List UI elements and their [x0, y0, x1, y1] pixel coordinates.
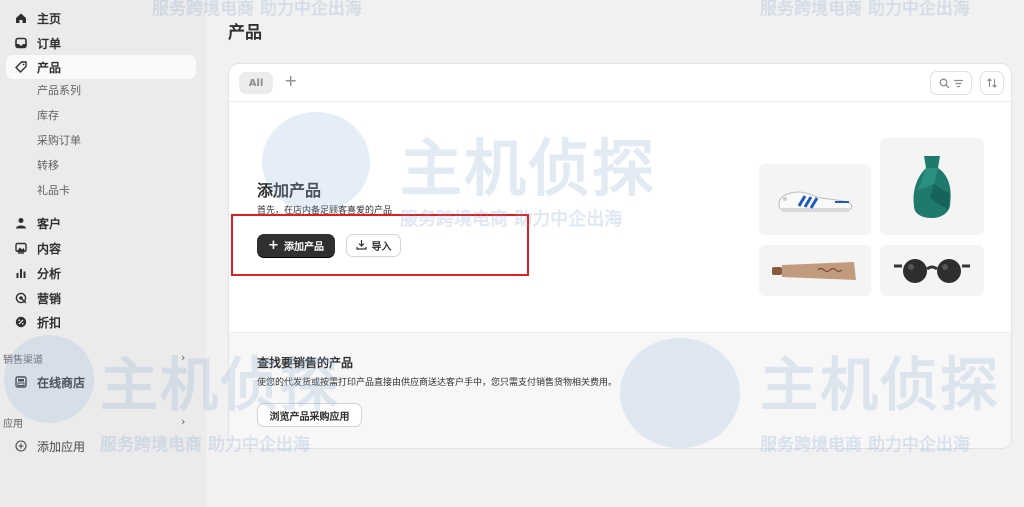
find-products-description: 使您的代发货或按需打印产品直接由供应商送达客户手中，您只需支付销售货物相关费用。 [257, 378, 618, 388]
watermark-slogan: 服务跨境电商 助力中企出海 [760, 0, 970, 19]
tube-illustration [772, 261, 856, 280]
nav-collections[interactable]: 产品系列 [37, 81, 81, 101]
nav-orders-label: 订单 [37, 36, 62, 51]
vase-tile [880, 138, 984, 235]
products-card: All + 添加产品 首先，在店内备足顾客喜爱的产品 + 添加产品 导入 查找要… [228, 63, 1012, 449]
filter-icon [953, 74, 964, 93]
find-products-title: 查找要销售的产品 [257, 356, 354, 370]
nav-add-app[interactable]: 添加应用 [6, 434, 196, 458]
nav-inventory[interactable]: 库存 [37, 106, 59, 126]
nav-customers-label: 客户 [37, 216, 62, 231]
tab-bar: All + [229, 64, 1011, 102]
nav-discounts-label: 折扣 [37, 315, 62, 330]
add-product-title: 添加产品 [257, 181, 322, 200]
nav-discounts[interactable]: 折扣 [6, 310, 196, 334]
tag-icon [14, 60, 28, 74]
apps-label: 应用 [3, 419, 23, 430]
sort-button[interactable] [980, 71, 1004, 95]
sales-channels-chevron-icon[interactable]: › [181, 351, 185, 364]
vase-illustration [913, 155, 951, 218]
target-icon [14, 291, 28, 305]
nav-products[interactable]: 产品 [6, 55, 196, 79]
bar-chart-icon [14, 266, 28, 280]
search-icon [939, 74, 950, 93]
nav-content-label: 内容 [37, 241, 62, 256]
browse-apps-button[interactable]: 浏览产品采购应用 [257, 403, 362, 427]
sunglasses-tile [880, 245, 984, 296]
sunglasses-illustration [894, 258, 970, 283]
nav-home[interactable]: 主页 [6, 6, 196, 30]
nav-gift-cards[interactable]: 礼品卡 [37, 181, 70, 201]
storefront-icon [14, 375, 28, 389]
person-icon [14, 216, 28, 230]
sales-channels-label: 销售渠道 [3, 355, 43, 366]
page-title: 产品 [228, 23, 262, 43]
nav-customers[interactable]: 客户 [6, 211, 196, 235]
sort-icon [986, 74, 998, 93]
sneaker-tile [759, 164, 871, 235]
tab-all[interactable]: All [239, 72, 273, 94]
nav-marketing-label: 营销 [37, 291, 62, 306]
nav-analytics-label: 分析 [37, 266, 62, 281]
nav-products-label: 产品 [37, 60, 62, 75]
highlight-box [231, 214, 529, 276]
nav-orders[interactable]: 订单 [6, 31, 196, 55]
image-icon [14, 241, 28, 255]
plus-circle-icon [14, 439, 28, 453]
add-view-icon[interactable]: + [284, 71, 297, 90]
nav-marketing[interactable]: 营销 [6, 286, 196, 310]
inbox-icon [14, 36, 28, 50]
sidebar: 主页 订单 产品 产品系列 库存 采购订单 转移 礼品卡 客户 内容 分析 营销… [0, 0, 206, 507]
search-filter-button[interactable] [930, 71, 972, 95]
apps-chevron-icon[interactable]: › [181, 415, 185, 428]
nav-analytics[interactable]: 分析 [6, 261, 196, 285]
home-icon [14, 11, 28, 25]
nav-home-label: 主页 [37, 11, 62, 26]
sneaker-illustration [778, 190, 853, 212]
nav-content[interactable]: 内容 [6, 236, 196, 260]
tube-tile [759, 245, 871, 296]
discount-icon [14, 315, 28, 329]
nav-online-store-label: 在线商店 [37, 375, 86, 390]
nav-online-store[interactable]: 在线商店 [6, 370, 196, 394]
nav-transfers[interactable]: 转移 [37, 156, 59, 176]
find-products-section: 查找要销售的产品 使您的代发货或按需打印产品直接由供应商送达客户手中，您只需支付… [229, 332, 1011, 448]
nav-add-app-label: 添加应用 [37, 439, 86, 454]
nav-purchase-orders[interactable]: 采购订单 [37, 131, 81, 151]
